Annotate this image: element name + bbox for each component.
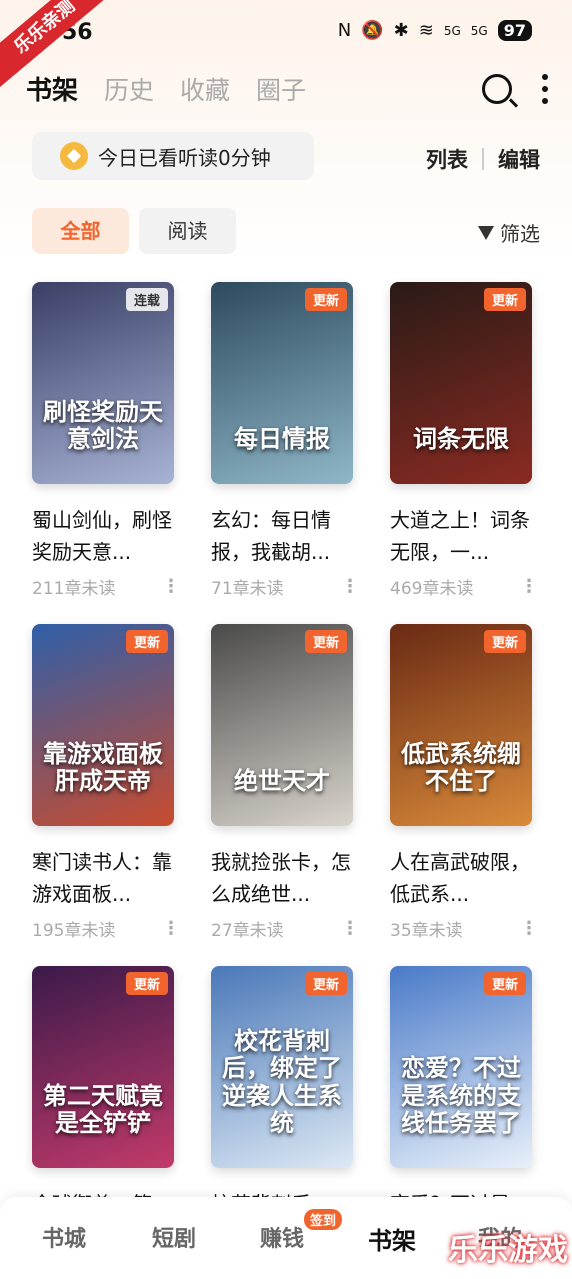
book-meta: 195章未读 ⋮ <box>32 916 180 941</box>
more-options-icon[interactable]: ⋮ <box>520 918 538 939</box>
book-item[interactable]: 更新每日情报玄幻：每日情报，我截胡... 71章未读 ⋮ <box>211 282 361 599</box>
tab-history[interactable]: 历史 <box>104 71 154 107</box>
bluetooth-icon: ✱ <box>393 20 409 41</box>
tab-circles[interactable]: 圈子 <box>256 71 306 107</box>
book-cover[interactable]: 更新绝世天才 <box>211 624 353 826</box>
reading-time-banner[interactable]: 今日已看听读0分钟 <box>32 132 314 180</box>
book-title[interactable]: 玄幻：每日情报，我截胡... <box>211 504 351 568</box>
unread-count: 195章未读 <box>32 921 116 941</box>
nav-bookshelf[interactable]: 书架 <box>368 1221 416 1256</box>
signin-badge: 签到 <box>304 1209 343 1230</box>
book-cover[interactable]: 更新校花背刺后，绑定了逆袭人生系统 <box>211 966 353 1168</box>
more-options-icon[interactable]: ⋮ <box>520 576 538 597</box>
filter-chip-all[interactable]: 全部 <box>32 208 129 254</box>
book-meta: 469章未读 ⋮ <box>390 574 538 599</box>
cover-title: 每日情报 <box>234 425 330 454</box>
status-icons: N 🔕 ✱ ≋ 5G 5G 97 <box>338 20 532 41</box>
book-title[interactable]: 蜀山剑仙，刷怪奖励天意... <box>32 504 172 568</box>
reading-time-text: 今日已看听读0分钟 <box>98 145 271 170</box>
book-badge: 更新 <box>125 972 168 995</box>
nav-earn[interactable]: 赚钱 <box>260 1221 304 1253</box>
filter-label: 筛选 <box>500 222 540 246</box>
book-badge: 更新 <box>304 288 347 311</box>
more-options-icon[interactable]: ⋮ <box>162 576 180 597</box>
battery-icon: 97 <box>497 20 532 41</box>
list-view-button[interactable]: 列表 <box>426 144 468 174</box>
cover-title: 绝世天才 <box>234 767 330 796</box>
book-cover[interactable]: 更新低武系统绷不住了 <box>390 624 532 826</box>
book-meta: 211章未读 ⋮ <box>32 574 180 599</box>
book-cover[interactable]: 连载刷怪奖励天意剑法 <box>32 282 174 484</box>
edit-button[interactable]: 编辑 <box>498 144 540 174</box>
book-badge: 更新 <box>304 630 347 653</box>
signal-icon: 5G <box>443 23 461 38</box>
book-cover[interactable]: 更新第二天赋竟是全铲铲 <box>32 966 174 1168</box>
book-badge: 更新 <box>304 972 347 995</box>
book-title[interactable]: 大道之上！词条无限，一... <box>390 504 530 568</box>
book-item[interactable]: 连载刷怪奖励天意剑法蜀山剑仙，刷怪奖励天意... 211章未读 ⋮ <box>32 282 182 599</box>
view-actions: 列表 编辑 <box>426 144 540 174</box>
unread-count: 27章未读 <box>211 921 284 941</box>
cover-title: 词条无限 <box>413 425 509 454</box>
cover-title: 校花背刺后，绑定了逆袭人生系统 <box>222 1026 342 1138</box>
tab-favorites[interactable]: 收藏 <box>180 71 230 107</box>
book-badge: 更新 <box>483 972 526 995</box>
cover-title: 第二天赋竟是全铲铲 <box>43 1081 163 1138</box>
book-cover[interactable]: 更新恋爱？不过是系统的支线任务罢了 <box>390 966 532 1168</box>
bottom-nav: 书城 短剧 赚钱 签到 书架 我的 乐乐游戏 <box>0 1197 572 1279</box>
book-badge: 更新 <box>125 630 168 653</box>
search-icon[interactable] <box>482 74 512 104</box>
nfc-icon: N <box>337 20 352 41</box>
wifi-icon: ≋ <box>418 20 434 41</box>
book-item[interactable]: 更新绝世天才我就捡张卡，怎么成绝世... 27章未读 ⋮ <box>211 624 361 941</box>
book-badge: 更新 <box>483 288 526 311</box>
unread-count: 35章未读 <box>390 921 463 941</box>
nav-bookstore[interactable]: 书城 <box>42 1221 86 1253</box>
unread-count: 211章未读 <box>32 579 116 599</box>
book-meta: 71章未读 ⋮ <box>211 574 359 599</box>
book-cover[interactable]: 更新每日情报 <box>211 282 353 484</box>
filter-chip-read[interactable]: 阅读 <box>139 208 236 254</box>
book-title[interactable]: 人在高武破限，低武系... <box>390 846 530 910</box>
cover-title: 低武系统绷不住了 <box>401 739 521 796</box>
book-item[interactable]: 更新词条无限大道之上！词条无限，一... 469章未读 ⋮ <box>390 282 540 599</box>
nav-short-drama[interactable]: 短剧 <box>152 1221 196 1253</box>
cover-title: 恋爱？不过是系统的支线任务罢了 <box>401 1054 521 1138</box>
filter-row: 全部 阅读 筛选 <box>32 208 540 254</box>
top-tabs: 书架 历史 收藏 圈子 <box>26 70 306 107</box>
divider <box>482 148 484 170</box>
book-badge: 更新 <box>483 630 526 653</box>
cover-title: 刷怪奖励天意剑法 <box>43 397 163 454</box>
top-actions <box>482 74 548 104</box>
book-cover[interactable]: 更新靠游戏面板肝成天帝 <box>32 624 174 826</box>
unread-count: 71章未读 <box>211 579 284 599</box>
unread-count: 469章未读 <box>390 579 474 599</box>
cover-title: 靠游戏面板肝成天帝 <box>43 739 163 796</box>
tab-bookshelf[interactable]: 书架 <box>26 70 78 107</box>
book-badge: 连载 <box>125 288 168 311</box>
book-item[interactable]: 更新靠游戏面板肝成天帝寒门读书人：靠游戏面板... 195章未读 ⋮ <box>32 624 182 941</box>
filter-icon <box>478 225 494 240</box>
mute-icon: 🔕 <box>361 20 384 41</box>
coin-icon <box>60 142 88 170</box>
signal-icon: 5G <box>470 23 488 38</box>
book-title[interactable]: 寒门读书人：靠游戏面板... <box>32 846 172 910</box>
more-options-icon[interactable]: ⋮ <box>162 918 180 939</box>
book-meta: 35章未读 ⋮ <box>390 916 538 941</box>
book-cover[interactable]: 更新词条无限 <box>390 282 532 484</box>
more-options-icon[interactable]: ⋮ <box>341 918 359 939</box>
book-meta: 27章未读 ⋮ <box>211 916 359 941</box>
watermark-logo: 乐乐游戏 <box>448 1233 568 1268</box>
more-icon[interactable] <box>542 74 548 104</box>
filter-button[interactable]: 筛选 <box>478 218 540 247</box>
book-item[interactable]: 更新低武系统绷不住了人在高武破限，低武系... 35章未读 ⋮ <box>390 624 540 941</box>
book-title[interactable]: 我就捡张卡，怎么成绝世... <box>211 846 351 910</box>
more-options-icon[interactable]: ⋮ <box>341 576 359 597</box>
